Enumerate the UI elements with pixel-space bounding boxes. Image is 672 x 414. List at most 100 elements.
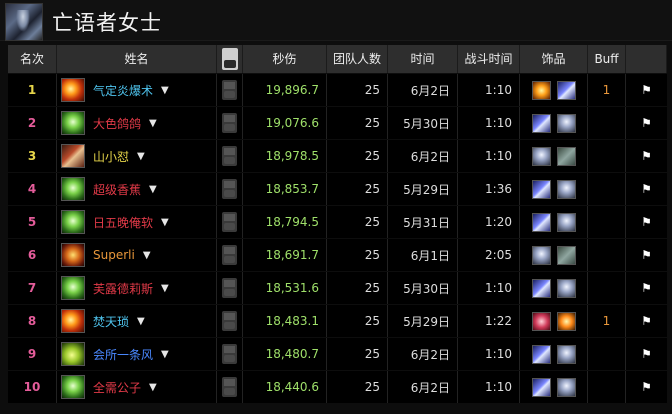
stone-trinket-icon[interactable]	[556, 146, 576, 166]
flag-icon[interactable]: ⚑	[641, 248, 652, 262]
youtube-icon[interactable]	[222, 179, 237, 199]
wand-trinket-icon[interactable]	[531, 212, 551, 232]
table-row[interactable]: 2 大色鸽鸽 ▼ 19,076.6 25 5月30日 1:10 ⚑	[8, 107, 667, 139]
header-raid-size[interactable]: 团队人数	[327, 45, 388, 73]
dps-value: 18,853.7	[265, 182, 319, 196]
flag-icon[interactable]: ⚑	[641, 83, 652, 97]
player-name-link[interactable]: 焚天琐	[93, 313, 129, 330]
player-name-link[interactable]: 山小怼	[93, 148, 129, 165]
header-name[interactable]: 姓名	[57, 45, 217, 73]
player-name-link[interactable]: Superli	[93, 248, 135, 262]
player-name-link[interactable]: 超级香蕉	[93, 181, 141, 198]
youtube-icon[interactable]	[222, 212, 237, 232]
flag-icon[interactable]: ⚑	[641, 116, 652, 130]
table-row[interactable]: 8 焚天琐 ▼ 18,483.1 25 5月29日 1:22 1 ⚑	[8, 305, 667, 337]
fight-time-value: 1:10	[485, 83, 512, 97]
skull-trinket-icon[interactable]	[556, 278, 576, 298]
wand-trinket-icon[interactable]	[531, 278, 551, 298]
dps-value: 18,691.7	[265, 248, 319, 262]
header-video[interactable]	[217, 45, 243, 73]
player-name-link[interactable]: 日五晚俺软	[93, 214, 153, 231]
flag-icon[interactable]: ⚑	[641, 182, 652, 196]
chevron-down-icon[interactable]: ▼	[161, 85, 169, 96]
flag-icon[interactable]: ⚑	[641, 215, 652, 229]
youtube-icon[interactable]	[222, 377, 237, 397]
table-row[interactable]: 5 日五晚俺软 ▼ 18,794.5 25 5月31日 1:20 ⚑	[8, 206, 667, 238]
fight-time-value: 2:05	[485, 248, 512, 262]
skull-trinket-icon[interactable]	[531, 146, 551, 166]
table-row[interactable]: 10 全需公子 ▼ 18,440.6 25 6月2日 1:10 ⚑	[8, 371, 667, 403]
table-row[interactable]: 9 会所一条风 ▼ 18,480.7 25 6月2日 1:10 ⚑	[8, 338, 667, 370]
date-value: 5月29日	[403, 314, 450, 329]
flag-icon[interactable]: ⚑	[641, 314, 652, 328]
table-row[interactable]: 1 气定炎爆术 ▼ 19,896.7 25 6月2日 1:10 1 ⚑	[8, 74, 667, 106]
rank-number: 9	[27, 347, 37, 361]
wand-trinket-icon[interactable]	[531, 179, 551, 199]
header-fight-time[interactable]: 战斗时间	[458, 45, 520, 73]
player-name-link[interactable]: 全需公子	[93, 379, 141, 396]
wand-trinket-icon[interactable]	[531, 344, 551, 364]
rank-number: 2	[27, 116, 37, 130]
sun-trinket-icon[interactable]	[556, 311, 576, 331]
skull-trinket-icon[interactable]	[556, 179, 576, 199]
header-dps[interactable]: 秒伤	[243, 45, 327, 73]
youtube-icon[interactable]	[222, 278, 237, 298]
fire-trinket-icon[interactable]	[531, 80, 551, 100]
arms-spec-icon	[61, 144, 85, 168]
table-row[interactable]: 6 Superli ▼ 18,691.7 25 6月1日 2:05 ⚑	[8, 239, 667, 271]
chevron-down-icon[interactable]: ▼	[149, 118, 157, 129]
chevron-down-icon[interactable]: ▼	[137, 316, 145, 327]
youtube-icon[interactable]	[222, 80, 237, 100]
chevron-down-icon[interactable]: ▼	[149, 382, 157, 393]
table-row[interactable]: 7 芙露德莉斯 ▼ 18,531.6 25 5月30日 1:10 ⚑	[8, 272, 667, 304]
player-name-link[interactable]: 芙露德莉斯	[93, 280, 153, 297]
youtube-icon[interactable]	[222, 311, 237, 331]
table-row[interactable]: 3 山小怼 ▼ 18,978.5 25 6月2日 1:10 ⚑	[8, 140, 667, 172]
player-name-link[interactable]: 大色鸽鸽	[93, 115, 141, 132]
header-buff[interactable]: Buff	[588, 45, 626, 73]
chevron-down-icon[interactable]: ▼	[161, 283, 169, 294]
skull-trinket-icon[interactable]	[556, 212, 576, 232]
skull-trinket-icon[interactable]	[556, 344, 576, 364]
chevron-down-icon[interactable]: ▼	[149, 184, 157, 195]
youtube-icon[interactable]	[222, 113, 237, 133]
skull-trinket-icon[interactable]	[556, 113, 576, 133]
enhancement-spec-icon	[61, 342, 85, 366]
flag-icon[interactable]: ⚑	[641, 380, 652, 394]
raid-size-value: 25	[364, 83, 380, 97]
chevron-down-icon[interactable]: ▼	[161, 217, 169, 228]
flag-icon[interactable]: ⚑	[641, 149, 652, 163]
table-row[interactable]: 4 超级香蕉 ▼ 18,853.7 25 5月29日 1:36 ⚑	[8, 173, 667, 205]
youtube-icon[interactable]	[222, 146, 237, 166]
fight-time-value: 1:36	[485, 182, 512, 196]
header-rank[interactable]: 名次	[8, 45, 57, 73]
header-trinkets[interactable]: 饰品	[520, 45, 588, 73]
raid-size-value: 25	[364, 248, 380, 262]
rank-number: 8	[27, 314, 37, 328]
wand-trinket-icon[interactable]	[531, 377, 551, 397]
header-date[interactable]: 时间	[388, 45, 458, 73]
stone-trinket-icon[interactable]	[556, 245, 576, 265]
red-trinket-icon[interactable]	[531, 311, 551, 331]
wand-trinket-icon[interactable]	[556, 80, 576, 100]
youtube-icon[interactable]	[222, 245, 237, 265]
flag-icon[interactable]: ⚑	[641, 281, 652, 295]
skull-trinket-icon[interactable]	[556, 377, 576, 397]
fight-time-value: 1:10	[485, 380, 512, 394]
chevron-down-icon[interactable]: ▼	[137, 151, 145, 162]
chevron-down-icon[interactable]: ▼	[161, 349, 169, 360]
player-name-link[interactable]: 气定炎爆术	[93, 82, 153, 99]
dps-value: 18,531.6	[265, 281, 319, 295]
fight-time-value: 1:10	[485, 347, 512, 361]
wand-trinket-icon[interactable]	[531, 113, 551, 133]
player-name-link[interactable]: 会所一条风	[93, 346, 153, 363]
nature-spec-icon	[61, 111, 85, 135]
chevron-down-icon[interactable]: ▼	[143, 250, 151, 261]
youtube-icon[interactable]	[222, 344, 237, 364]
skull-trinket-icon[interactable]	[531, 245, 551, 265]
flag-icon[interactable]: ⚑	[641, 347, 652, 361]
retribution-spec-icon	[61, 243, 85, 267]
nature-spec-icon	[61, 276, 85, 300]
dps-value: 18,480.7	[265, 347, 319, 361]
youtube-icon	[221, 48, 238, 70]
